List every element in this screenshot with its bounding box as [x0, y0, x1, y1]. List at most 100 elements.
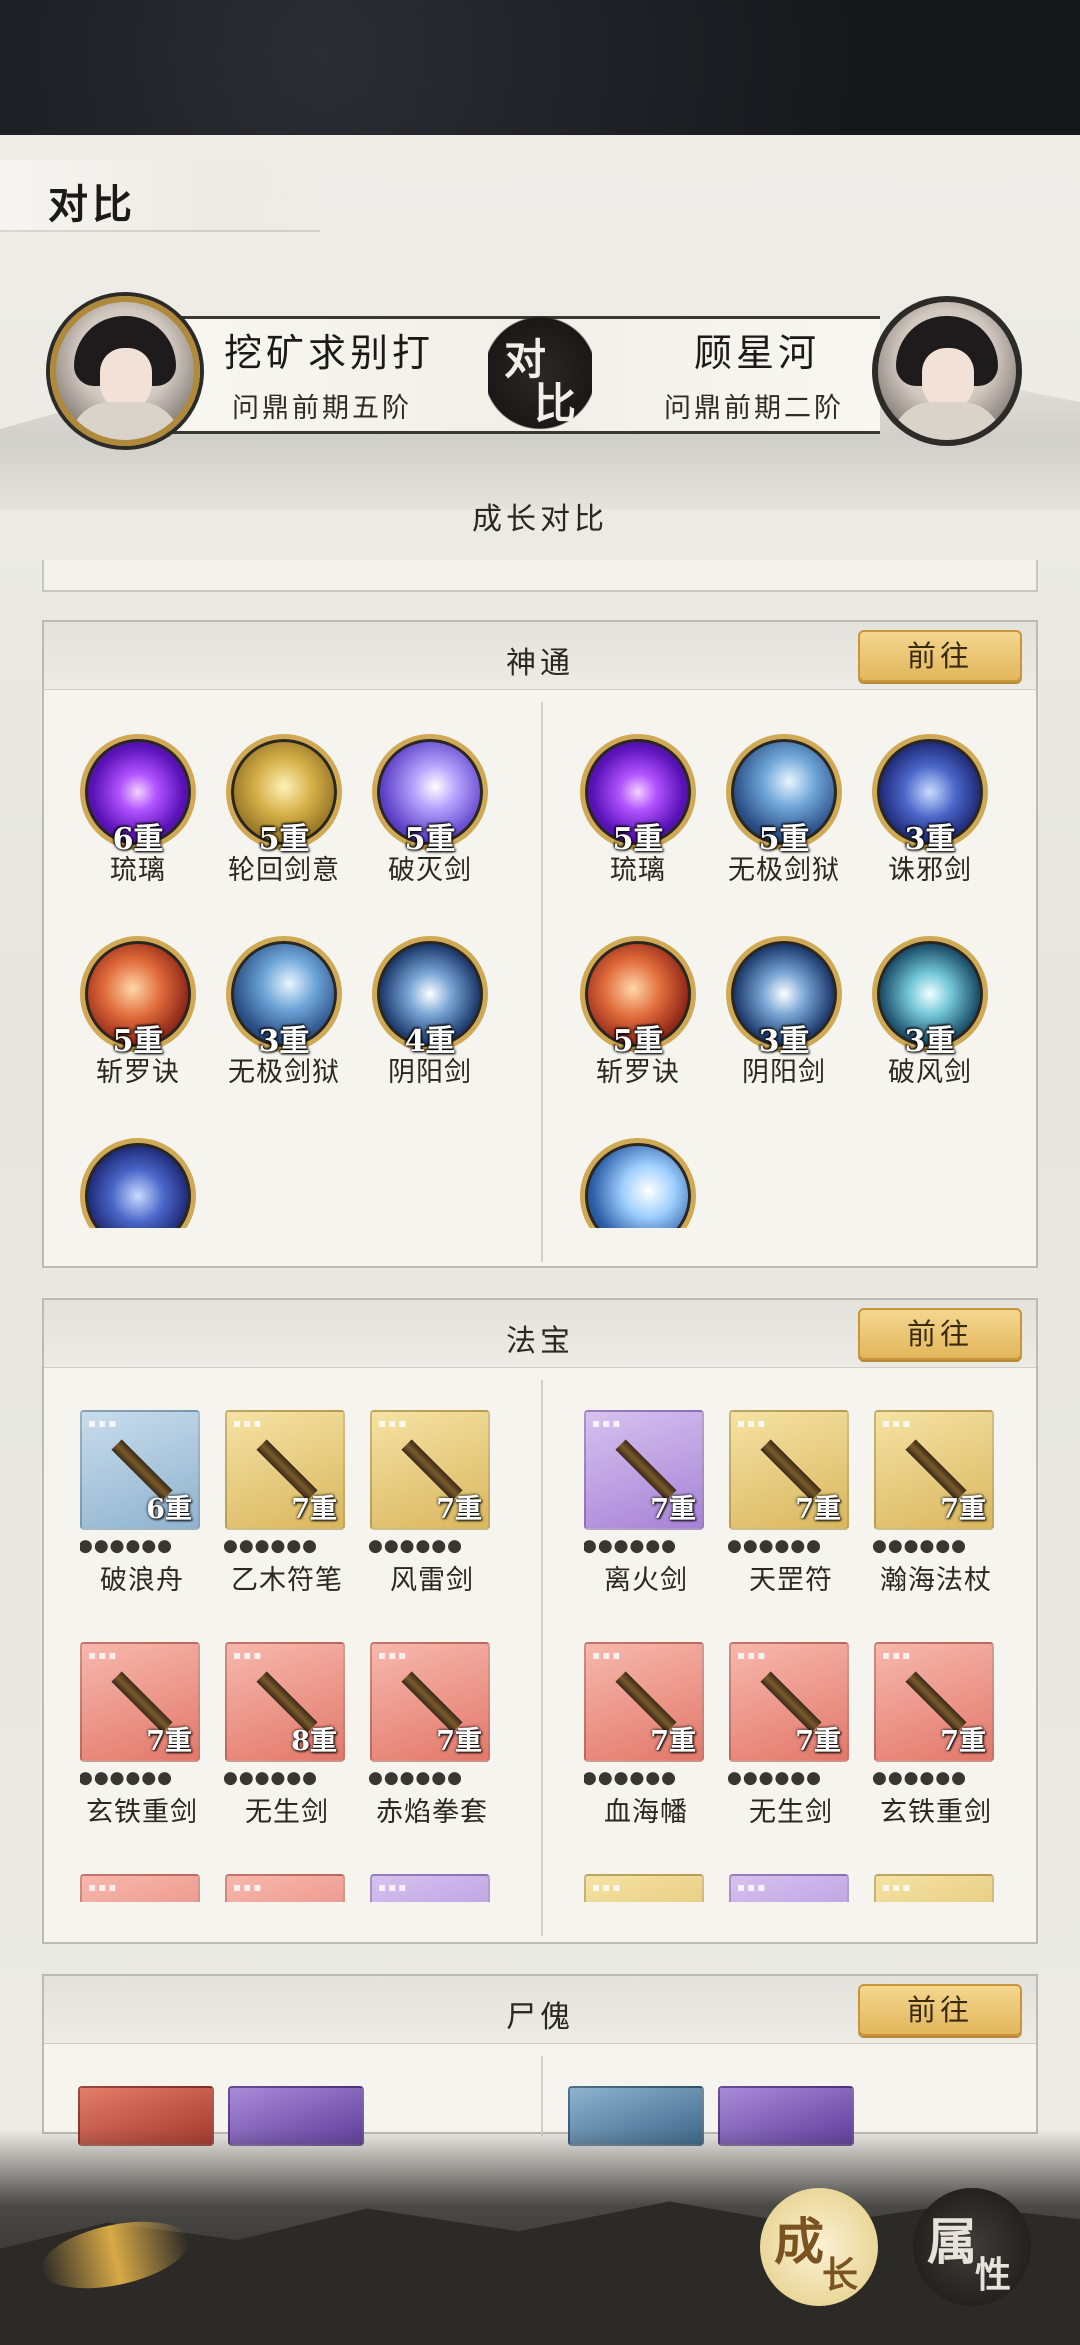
treasure-name: 赤焰拳套: [376, 1797, 488, 1828]
treasure-icon: ▪▪▪: [370, 1874, 490, 1902]
versus-char-2: 比: [534, 379, 577, 428]
fabao-item-right[interactable]: ▪▪▪ 7重 ●●●●●● 无生剑: [727, 1642, 853, 1828]
rarity-pips: ▪▪▪: [882, 1880, 913, 1894]
fabao-item-left[interactable]: ▪▪▪: [80, 1874, 204, 1902]
fabao-item-right[interactable]: ▪▪▪ 7重 ●●●●●● 玄铁重剑: [872, 1642, 998, 1828]
shentong-left-column: 6重 琉璃 5重 轮回剑意 5重 破灭剑 5重 斩罗诀 3重 无极剑狱 4重 阴阳剑: [68, 734, 538, 1228]
shentong-skill-left[interactable]: 5重 破灭剑: [360, 734, 500, 886]
skill-icon: [580, 1138, 696, 1228]
left-player-name: 挖矿求别打: [224, 331, 435, 375]
fabao-item-right[interactable]: ▪▪▪: [729, 1874, 853, 1902]
shentong-right-column: 5重 琉璃 5重 无极剑狱 3重 诛邪剑 5重 斩罗诀 3重 阴阳剑 3重 破风剑: [568, 734, 1038, 1228]
rarity-pips: ▪▪▪: [88, 1416, 119, 1430]
treasure-icon: ▪▪▪ 7重: [370, 1410, 490, 1530]
left-player-rank: 问鼎前期五阶: [232, 393, 412, 424]
shentong-skill-left[interactable]: [68, 1138, 208, 1228]
treasure-name: 离火剑: [604, 1565, 688, 1596]
shentong-skill-left[interactable]: 6重 琉璃: [68, 734, 208, 886]
treasure-level: 7重: [650, 1494, 696, 1525]
treasure-name: 破浪舟: [100, 1565, 184, 1596]
shentong-skill-left[interactable]: 4重 阴阳剑: [360, 936, 500, 1088]
shentong-skill-left[interactable]: 3重 无极剑狱: [214, 936, 354, 1088]
treasure-name: 天罡符: [749, 1565, 833, 1596]
treasure-level: 7重: [436, 1494, 482, 1525]
fabao-item-right[interactable]: ▪▪▪ 7重 ●●●●●● 离火剑: [584, 1410, 708, 1596]
fabao-item-left[interactable]: ▪▪▪ 6重 ●●●●●● 破浪舟: [80, 1410, 204, 1596]
treasure-star-rating: ●●●●●●: [223, 1536, 319, 1556]
rarity-pips: ▪▪▪: [737, 1880, 768, 1894]
treasure-icon: ▪▪▪: [729, 1874, 849, 1902]
rarity-pips: ▪▪▪: [592, 1416, 623, 1430]
treasure-icon: ▪▪▪ 7重: [80, 1642, 200, 1762]
treasure-star-rating: ●●●●●●: [584, 1768, 678, 1788]
fabao-item-left[interactable]: ▪▪▪ 7重 ●●●●●● 乙木符笔: [223, 1410, 349, 1596]
rarity-pips: ▪▪▪: [378, 1880, 409, 1894]
shikui-go-button[interactable]: 前往: [858, 1984, 1022, 2036]
card-header: 神通 前往: [44, 622, 1036, 690]
shentong-skill-left[interactable]: 5重 斩罗诀: [68, 936, 208, 1088]
shentong-skill-right[interactable]: [568, 1138, 708, 1228]
fabao-left-column: ▪▪▪ 6重 ●●●●●● 破浪舟 ▪▪▪ 7重 ●●●●●● 乙木符笔 ▪▪▪ 7重 ●●●●●●…: [80, 1410, 530, 1902]
treasure-star-rating: ●●●●●●: [368, 1536, 464, 1556]
treasure-level: 8重: [291, 1726, 337, 1757]
shentong-skill-right[interactable]: 5重 无极剑狱: [714, 734, 854, 886]
rarity-pips: ▪▪▪: [88, 1648, 119, 1662]
card-header: 法宝 前往: [44, 1300, 1036, 1368]
rarity-pips: ▪▪▪: [233, 1648, 264, 1662]
attribute-tab-char-2: 性: [975, 2254, 1012, 2296]
treasure-name: 乙木符笔: [231, 1565, 343, 1596]
fabao-right-column: ▪▪▪ 7重 ●●●●●● 离火剑 ▪▪▪ 7重 ●●●●●● 天罡符 ▪▪▪ 7重 ●●●●●● 瀚…: [584, 1410, 1034, 1902]
left-player-avatar[interactable]: [50, 296, 200, 446]
treasure-star-rating: ●●●●●●: [223, 1768, 319, 1788]
shikui-card: 尸傀 前往: [42, 1974, 1038, 2146]
right-player-avatar[interactable]: [872, 296, 1022, 446]
treasure-name: 血海幡: [604, 1797, 688, 1828]
skill-name: 诛邪剑: [888, 855, 972, 886]
treasure-icon: ▪▪▪ 7重: [729, 1410, 849, 1530]
treasure-star-rating: ●●●●●●: [727, 1768, 823, 1788]
page-title-bar: 对比: [0, 160, 320, 232]
shentong-skill-right[interactable]: 5重 琉璃: [568, 734, 708, 886]
fabao-item-left[interactable]: ▪▪▪: [225, 1874, 349, 1902]
shentong-skill-right[interactable]: 5重 斩罗诀: [568, 936, 708, 1088]
fabao-card: 法宝 前往 ▪▪▪ 6重 ●●●●●● 破浪舟 ▪▪▪ 7重 ●●●●●● 乙木符笔 ▪▪▪ 7重…: [42, 1298, 1038, 1944]
fabao-item-left[interactable]: ▪▪▪ 7重 ●●●●●● 玄铁重剑: [80, 1642, 204, 1828]
shentong-skill-left[interactable]: 5重 轮回剑意: [214, 734, 354, 886]
fabao-item-left[interactable]: ▪▪▪ 7重 ●●●●●● 风雷剑: [368, 1410, 494, 1596]
page-title: 对比: [48, 181, 136, 228]
rarity-pips: ▪▪▪: [882, 1648, 913, 1662]
treasure-level: 7重: [940, 1726, 986, 1757]
rarity-pips: ▪▪▪: [882, 1416, 913, 1430]
shentong-go-button[interactable]: 前往: [858, 630, 1022, 682]
fabao-item-right[interactable]: ▪▪▪ 7重 ●●●●●● 瀚海法杖: [872, 1410, 998, 1596]
skill-name: 破灭剑: [388, 855, 472, 886]
growth-tab-button[interactable]: 成 长: [760, 2188, 878, 2306]
fabao-item-right[interactable]: ▪▪▪ 7重 ●●●●●● 血海幡: [584, 1642, 708, 1828]
attribute-tab-char-1: 属: [927, 2212, 977, 2271]
collapsed-panel: [42, 560, 1038, 592]
treasure-icon: ▪▪▪: [584, 1874, 704, 1902]
fabao-item-left[interactable]: ▪▪▪ 7重 ●●●●●● 赤焰拳套: [368, 1642, 494, 1828]
treasure-icon: ▪▪▪ 7重: [874, 1410, 994, 1530]
column-divider: [541, 2056, 543, 2136]
shentong-skill-right[interactable]: 3重 破风剑: [860, 936, 1000, 1088]
treasure-name: 风雷剑: [390, 1565, 474, 1596]
fabao-item-left[interactable]: ▪▪▪ 8重 ●●●●●● 无生剑: [223, 1642, 349, 1828]
growth-compare-caption: 成长对比: [472, 502, 608, 537]
attribute-tab-button[interactable]: 属 性: [913, 2188, 1031, 2306]
column-divider: [541, 1380, 543, 1936]
fabao-item-right[interactable]: ▪▪▪: [584, 1874, 708, 1902]
skill-name: 斩罗诀: [96, 1057, 180, 1088]
top-banner: [0, 0, 1080, 135]
rarity-pips: ▪▪▪: [737, 1648, 768, 1662]
growth-tab-char-1: 成: [774, 2212, 824, 2271]
fabao-go-button[interactable]: 前往: [858, 1308, 1022, 1360]
treasure-star-rating: ●●●●●●: [368, 1768, 464, 1788]
treasure-star-rating: ●●●●●●: [872, 1536, 968, 1556]
shentong-skill-right[interactable]: 3重 阴阳剑: [714, 936, 854, 1088]
fabao-item-right[interactable]: ▪▪▪: [874, 1874, 998, 1902]
fabao-item-right[interactable]: ▪▪▪ 7重 ●●●●●● 天罡符: [727, 1410, 853, 1596]
treasure-icon: ▪▪▪: [225, 1874, 345, 1902]
fabao-item-left[interactable]: ▪▪▪: [370, 1874, 494, 1902]
shentong-skill-right[interactable]: 3重 诛邪剑: [860, 734, 1000, 886]
